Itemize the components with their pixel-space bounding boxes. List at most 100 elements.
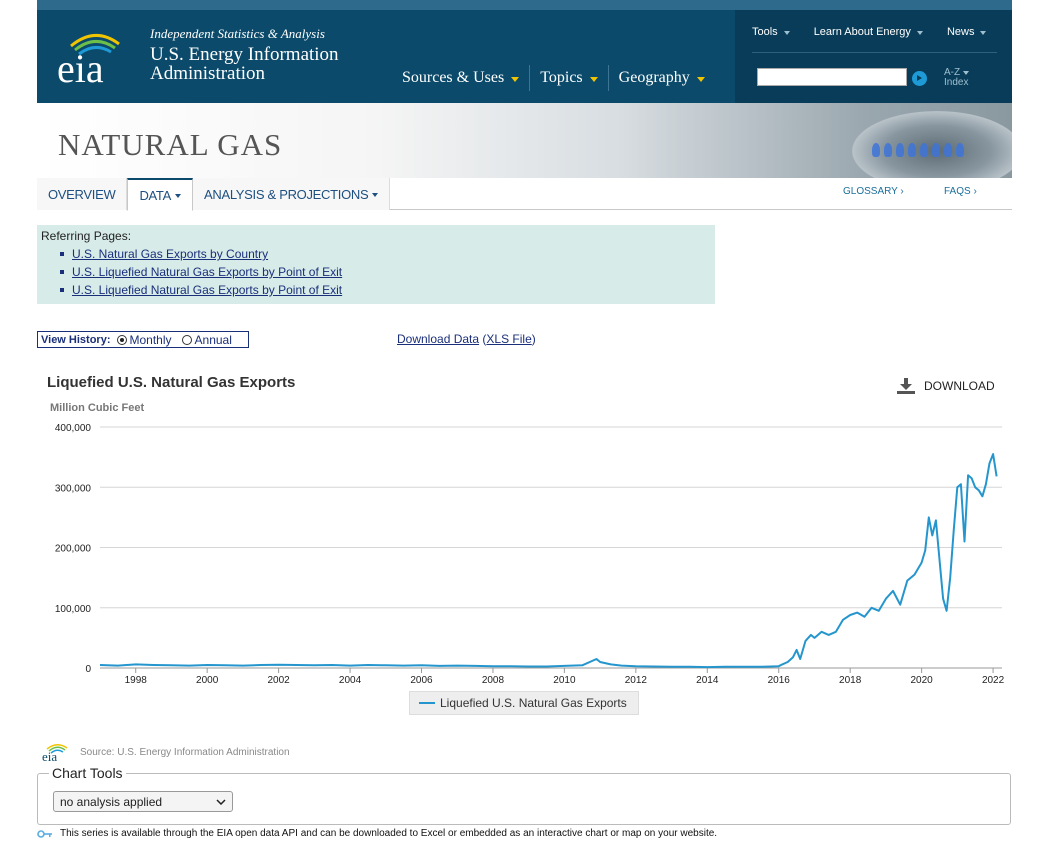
faqs-link[interactable]: FAQS › (944, 186, 977, 197)
chart-grid (100, 426, 1002, 669)
util-tools[interactable]: Tools (752, 26, 790, 38)
nav-label: Sources & Uses (402, 69, 505, 86)
chevron-down-icon (174, 194, 181, 198)
api-note-text: This series is available through the EIA… (60, 828, 718, 839)
x-tick-label: 2004 (339, 675, 362, 686)
util-learn-about-energy[interactable]: Learn About Energy (814, 26, 923, 38)
x-tick-label: 2008 (482, 675, 505, 686)
view-history-control: View History: Monthly Annual (37, 331, 249, 348)
view-history-label: View History: (41, 333, 111, 346)
list-item: U.S. Liquefied Natural Gas Exports by Po… (41, 263, 711, 281)
util-label: Tools (752, 26, 778, 38)
x-axis-ticks: 1998 2000 2002 2004 2006 2008 2010 2012 2014 2016… (125, 668, 1005, 686)
referring-pages-list: U.S. Natural Gas Exports by Country U.S.… (41, 245, 711, 299)
chevron-down-icon (589, 76, 598, 82)
legend-label: Liquefied U.S. Natural Gas Exports (440, 696, 627, 710)
monthly-radio[interactable]: Monthly (116, 333, 172, 347)
chevron-down-icon (980, 30, 987, 35)
gas-flames-image (872, 143, 992, 163)
download-data-link[interactable]: Download Data (XLS File) (397, 332, 536, 346)
chart-series (99, 453, 998, 669)
x-tick-label: 2014 (696, 675, 719, 686)
referring-link[interactable]: U.S. Liquefied Natural Gas Exports by Po… (72, 265, 342, 279)
chart-download-button[interactable]: DOWNLOAD (897, 378, 995, 394)
site-header: eia Independent Statistics & Analysis U.… (37, 0, 1012, 103)
tab-label: OVERVIEW (48, 186, 116, 202)
key-icon (37, 829, 52, 838)
x-tick-label: 2006 (410, 675, 433, 686)
tagline: Independent Statistics & Analysis (150, 26, 325, 41)
header-utility-panel (735, 10, 1012, 103)
radio-unselected-icon (181, 334, 192, 345)
utility-divider (752, 52, 997, 53)
radio-label: Annual (194, 332, 232, 347)
x-tick-label: 2020 (910, 675, 933, 686)
logo-wordmark: eia (57, 46, 104, 88)
series-line[interactable] (99, 453, 998, 669)
search-input[interactable] (757, 68, 907, 86)
x-tick-label: 2016 (768, 675, 791, 686)
section-banner: NATURAL GAS (37, 103, 1012, 178)
util-news[interactable]: News (947, 26, 987, 38)
nav-sources-uses[interactable]: Sources & Uses (392, 63, 529, 93)
paren-close: ) (531, 332, 536, 346)
glossary-link[interactable]: GLOSSARY › (843, 186, 904, 197)
y-tick-label: 0 (85, 664, 91, 675)
search-submit-icon[interactable] (912, 71, 927, 86)
download-icon (897, 378, 915, 394)
annual-radio[interactable]: Annual (181, 332, 232, 347)
az-index-link[interactable]: A-Z Index (944, 68, 970, 88)
tab-label: ANALYSIS & PROJECTIONS (203, 186, 369, 202)
tab-analysis-projections[interactable]: ANALYSIS & PROJECTIONS (192, 178, 391, 210)
chevron-down-icon (696, 76, 705, 82)
nav-topics[interactable]: Topics (530, 63, 607, 93)
utility-nav: Tools Learn About Energy News (752, 26, 1010, 53)
api-note: This series is available through the EIA… (37, 828, 717, 839)
x-tick-label: 2000 (196, 675, 219, 686)
referring-link[interactable]: U.S. Natural Gas Exports by Country (72, 247, 268, 261)
x-tick-label: 2012 (625, 675, 648, 686)
analysis-select[interactable]: no analysis applied (53, 791, 233, 812)
chevron-down-icon (216, 798, 226, 805)
chart-legend[interactable]: Liquefied U.S. Natural Gas Exports (409, 691, 639, 715)
eia-small-logo: eia (42, 744, 68, 762)
eia-logo[interactable]: eia (55, 24, 135, 88)
download-label: DOWNLOAD (924, 379, 995, 393)
page-title: NATURAL GAS (58, 127, 283, 162)
util-label: News (946, 26, 975, 38)
chart-source: Source: U.S. Energy Information Administ… (80, 747, 290, 758)
nav-label: Topics (540, 69, 583, 86)
line-chart[interactable]: 0 100,000 200,000 300,000 400,000 1998 2000 20… (0, 415, 1043, 690)
x-tick-label: 2010 (553, 675, 576, 686)
chevron-down-icon (916, 30, 923, 35)
y-tick-label: 200,000 (55, 544, 92, 555)
index-label: Index (944, 77, 969, 88)
referring-link[interactable]: U.S. Liquefied Natural Gas Exports by Po… (72, 283, 342, 297)
xls-file-link[interactable]: XLS File (486, 332, 531, 346)
y-axis-ticks: 0 100,000 200,000 300,000 400,000 (55, 423, 92, 675)
x-tick-label: 2002 (267, 675, 290, 686)
section-tabs: OVERVIEW DATA ANALYSIS & PROJECTIONS GLO… (37, 178, 1012, 211)
x-tick-label: 2022 (982, 675, 1005, 686)
chart-tools-panel: Chart Tools no analysis applied (37, 765, 1011, 825)
x-tick-label: 2018 (839, 675, 862, 686)
nav-geography[interactable]: Geography (609, 63, 715, 93)
chart-tools-title: Chart Tools (49, 765, 126, 781)
y-tick-label: 300,000 (55, 483, 92, 494)
nav-label: Geography (618, 69, 690, 86)
main-nav: Sources & Uses Topics Geography (392, 63, 715, 93)
chart-y-unit: Million Cubic Feet (50, 402, 145, 414)
util-label: Learn About Energy (813, 26, 911, 38)
referring-pages-box: Referring Pages: U.S. Natural Gas Export… (37, 225, 715, 304)
tab-label: DATA (139, 187, 171, 203)
chart-title: Liquefied U.S. Natural Gas Exports (47, 374, 296, 391)
tab-overview[interactable]: OVERVIEW (37, 178, 128, 210)
y-tick-label: 100,000 (55, 604, 92, 615)
chevron-down-icon (511, 76, 520, 82)
tab-data[interactable]: DATA (127, 178, 193, 211)
download-data-text[interactable]: Download Data (397, 332, 479, 346)
chevron-down-icon (372, 193, 379, 197)
list-item: U.S. Liquefied Natural Gas Exports by Po… (41, 281, 711, 299)
org-name-line2: Administration (150, 63, 266, 84)
referring-pages-heading: Referring Pages: (41, 229, 132, 243)
